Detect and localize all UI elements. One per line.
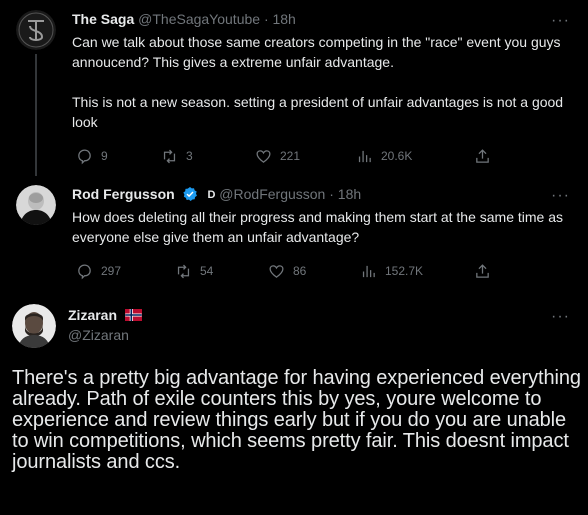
thread-connector [35,54,37,176]
reply-count: 297 [101,264,122,278]
norway-flag-icon [124,309,142,321]
the-saga-logo-icon [16,10,56,50]
tweet-header: Rod Fergusson D @RodFergusson · 18h [72,185,361,204]
views-button[interactable]: 152.7K [360,261,423,281]
retweet-button[interactable]: 3 [161,146,193,166]
handle[interactable]: @TheSagaYoutube [138,11,260,27]
retweet-count: 3 [186,149,193,163]
display-name[interactable]: Rod Fergusson [72,186,175,202]
affiliate-badge: D [207,189,216,201]
retweet-icon [163,149,176,163]
more-options-icon[interactable]: ··· [551,13,570,29]
avatar-rod-fergusson[interactable] [16,185,56,225]
heart-icon [256,149,271,163]
heart-icon [269,264,284,278]
timestamp[interactable]: · 18h [264,11,296,27]
verified-badge-icon [182,187,197,201]
tweet-text: Can we talk about those same creators co… [72,34,564,130]
share-button[interactable] [474,261,491,281]
display-name[interactable]: The Saga [72,11,134,27]
tweet-text: How does deleting all their progress and… [72,209,564,245]
tweet-rod-fergusson[interactable]: Rod Fergusson D @RodFergusson · 18h ··· … [0,176,588,294]
tweet-the-saga[interactable]: The Saga @TheSagaYoutube · 18h ··· Can w… [0,0,588,176]
retweet-button[interactable]: 54 [175,261,213,281]
tweet-text: There's a pretty big advantage for havin… [12,367,581,473]
tweet-header: The Saga @TheSagaYoutube · 18h [72,10,296,28]
retweet-icon [177,264,190,278]
more-options-icon[interactable]: ··· [551,309,570,325]
handle[interactable]: @RodFergusson [219,186,325,202]
like-count: 221 [280,149,301,163]
like-button[interactable]: 221 [255,146,300,166]
like-button[interactable]: 86 [268,261,306,281]
share-icon [476,263,489,278]
zizaran-photo-icon [12,304,56,348]
timestamp[interactable]: · 18h [329,186,361,202]
reply-icon [78,263,91,279]
tweet-header: Zizaran [68,306,142,324]
reply-button[interactable]: 297 [76,261,121,281]
views-chart-icon [362,265,375,277]
tweet-zizaran[interactable]: Zizaran @Zizaran ··· There's a pretty bi… [0,294,588,515]
rod-fergusson-photo-icon [16,185,56,225]
views-chart-icon [358,150,371,162]
like-count: 86 [293,264,307,278]
handle[interactable]: @Zizaran [68,326,129,344]
reply-count: 9 [101,149,108,163]
share-icon [476,148,489,163]
display-name[interactable]: Zizaran [68,307,117,323]
views-button[interactable]: 20.6K [356,146,412,166]
more-options-icon[interactable]: ··· [551,188,570,204]
avatar-zizaran[interactable] [12,304,56,348]
avatar-the-saga[interactable] [16,10,56,50]
share-button[interactable] [474,146,491,166]
views-count: 20.6K [381,149,413,163]
reply-button[interactable]: 9 [76,146,108,166]
reply-icon [78,148,91,164]
retweet-count: 54 [200,264,214,278]
views-count: 152.7K [385,264,424,278]
